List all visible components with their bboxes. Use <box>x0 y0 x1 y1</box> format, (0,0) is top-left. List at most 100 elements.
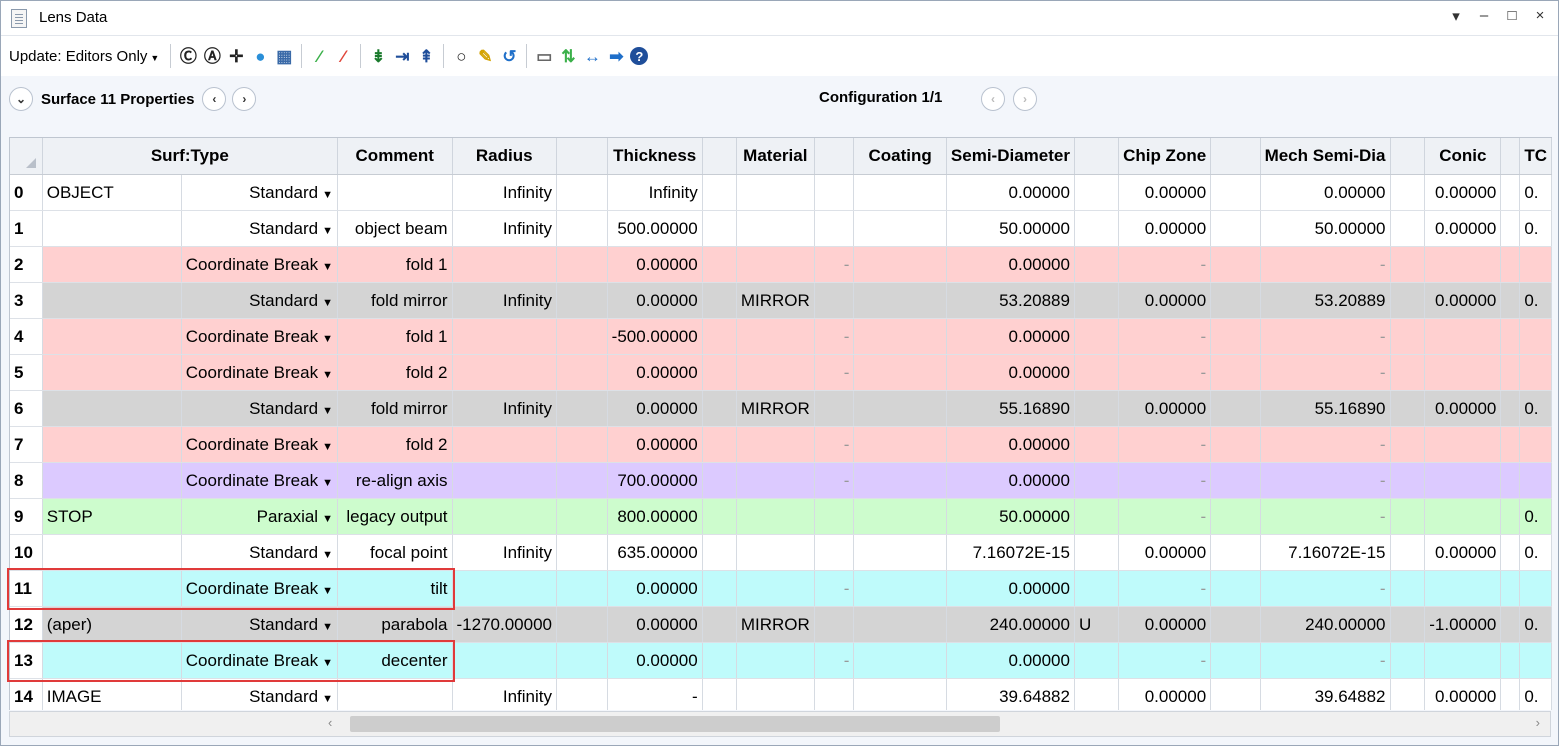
thickness-cell[interactable]: 635.00000 <box>607 534 703 571</box>
chevron-down-icon[interactable]: ▼ <box>322 189 333 201</box>
semi-diameter-cell[interactable]: 0.00000 <box>946 426 1075 463</box>
chip-zone-cell[interactable]: - <box>1118 318 1212 355</box>
column-header-semi-diameter[interactable]: Semi-Diameter <box>946 138 1075 175</box>
mech-semi-dia-solve-cell[interactable] <box>1390 426 1426 463</box>
radius-solve-cell[interactable] <box>556 426 608 463</box>
semi-diameter-solve-cell[interactable] <box>1074 390 1120 427</box>
radius-cell[interactable] <box>452 642 558 679</box>
column-header-solve-10[interactable] <box>1074 138 1120 175</box>
expand-properties-button[interactable]: ⌄ <box>9 87 33 111</box>
select-all-corner[interactable] <box>10 138 43 175</box>
scrollbar-thumb[interactable] <box>350 716 1000 732</box>
column-header-solve-5[interactable] <box>702 138 737 175</box>
scroll-left-icon[interactable]: ‹ <box>328 715 332 730</box>
comment-cell[interactable]: fold 2 <box>337 426 453 463</box>
semi-diameter-cell[interactable]: 55.16890 <box>946 390 1075 427</box>
semi-diameter-solve-cell[interactable] <box>1074 498 1120 535</box>
chip-zone-solve-cell[interactable] <box>1210 534 1261 571</box>
chevron-down-icon[interactable]: ▼ <box>322 513 333 525</box>
radius-solve-cell[interactable] <box>556 678 608 710</box>
material-solve-cell[interactable] <box>814 210 855 247</box>
comment-cell[interactable]: fold 1 <box>337 246 453 283</box>
mech-semi-dia-cell[interactable]: - <box>1260 318 1391 355</box>
material-solve-cell[interactable] <box>814 678 855 710</box>
material-cell[interactable] <box>736 642 815 679</box>
thickness-cell[interactable]: -500.00000 <box>607 318 703 355</box>
semi-diameter-solve-cell[interactable] <box>1074 246 1120 283</box>
conic-solve-cell[interactable] <box>1500 354 1521 391</box>
comment-cell[interactable]: fold 1 <box>337 318 453 355</box>
thickness-solve-cell[interactable] <box>702 210 737 247</box>
radius-solve-cell[interactable] <box>556 534 608 571</box>
table-row[interactable]: 7 Coordinate Break ▼ fold 2 0.00000-0.00000-… <box>10 426 1552 463</box>
chip-zone-solve-cell[interactable] <box>1210 390 1261 427</box>
crosshair-icon[interactable]: ✛ <box>226 45 246 67</box>
conic-cell[interactable]: -1.00000 <box>1424 606 1502 643</box>
comment-cell[interactable]: tilt <box>337 570 453 607</box>
mech-semi-dia-solve-cell[interactable] <box>1390 570 1426 607</box>
conic-cell[interactable] <box>1424 426 1502 463</box>
radius-solve-cell[interactable] <box>556 354 608 391</box>
edit-icon[interactable]: ✎ <box>475 45 495 67</box>
radius-cell[interactable]: Infinity <box>452 210 558 247</box>
material-cell[interactable] <box>736 318 815 355</box>
tce-cell[interactable]: 0. <box>1519 678 1552 710</box>
chip-zone-cell[interactable]: 0.00000 <box>1118 282 1212 319</box>
thickness-cell[interactable]: 700.00000 <box>607 462 703 499</box>
mech-semi-dia-cell[interactable]: 0.00000 <box>1260 174 1391 211</box>
mech-semi-dia-cell[interactable]: 240.00000 <box>1260 606 1391 643</box>
chip-zone-cell[interactable]: - <box>1118 462 1212 499</box>
table-row[interactable]: 9 STOP Paraxial ▼ legacy output 800.00000 50.0… <box>10 498 1552 535</box>
conic-cell[interactable] <box>1424 498 1502 535</box>
thickness-solve-cell[interactable] <box>702 174 737 211</box>
mech-semi-dia-cell[interactable]: - <box>1260 642 1391 679</box>
surface-name-cell[interactable] <box>42 282 182 319</box>
material-solve-cell[interactable] <box>814 282 855 319</box>
surface-name-cell[interactable] <box>42 534 182 571</box>
lens-icon-2[interactable]: ⇥ <box>392 45 412 67</box>
table-row[interactable]: 11 Coordinate Break ▼ tilt 0.00000-0.00000- - <box>10 570 1552 607</box>
radius-cell[interactable]: Infinity <box>452 534 558 571</box>
row-number[interactable]: 13 <box>10 642 43 679</box>
coating-cell[interactable] <box>853 390 947 427</box>
mech-semi-dia-solve-cell[interactable] <box>1390 678 1426 710</box>
semi-diameter-solve-cell[interactable]: U <box>1074 606 1120 643</box>
row-number[interactable]: 0 <box>10 174 43 211</box>
radius-cell[interactable] <box>452 246 558 283</box>
conic-cell[interactable] <box>1424 462 1502 499</box>
table-row[interactable]: 13 Coordinate Break ▼ decenter 0.00000-0.000… <box>10 642 1552 679</box>
aperture-icon[interactable]: ○ <box>451 45 471 67</box>
radius-solve-cell[interactable] <box>556 318 608 355</box>
semi-diameter-cell[interactable]: 50.00000 <box>946 210 1075 247</box>
surface-name-cell[interactable] <box>42 462 182 499</box>
radius-solve-cell[interactable] <box>556 498 608 535</box>
chevron-down-icon[interactable]: ▼ <box>322 621 333 633</box>
lens-icon-1[interactable]: ⇟ <box>368 45 388 67</box>
ray-icon-1[interactable]: ⁄ <box>309 45 329 67</box>
mech-semi-dia-solve-cell[interactable] <box>1390 390 1426 427</box>
material-solve-cell[interactable] <box>814 390 855 427</box>
comment-cell[interactable]: fold mirror <box>337 282 453 319</box>
thickness-solve-cell[interactable] <box>702 354 737 391</box>
row-number[interactable]: 4 <box>10 318 43 355</box>
thickness-cell[interactable]: 0.00000 <box>607 606 703 643</box>
semi-diameter-cell[interactable]: 0.00000 <box>946 642 1075 679</box>
comment-cell[interactable]: focal point <box>337 534 453 571</box>
conic-solve-cell[interactable] <box>1500 498 1521 535</box>
material-cell[interactable] <box>736 354 815 391</box>
previous-config-button[interactable]: ‹ <box>981 87 1005 111</box>
chip-zone-cell[interactable]: - <box>1118 642 1212 679</box>
conic-cell[interactable]: 0.00000 <box>1424 678 1502 710</box>
coating-cell[interactable] <box>853 678 947 710</box>
thickness-solve-cell[interactable] <box>702 678 737 710</box>
conic-cell[interactable]: 0.00000 <box>1424 282 1502 319</box>
material-solve-cell[interactable]: - <box>814 462 855 499</box>
row-number[interactable]: 11 <box>10 570 43 607</box>
conic-solve-cell[interactable] <box>1500 534 1521 571</box>
surface-name-cell[interactable] <box>42 390 182 427</box>
conic-cell[interactable] <box>1424 354 1502 391</box>
material-cell[interactable] <box>736 462 815 499</box>
conic-solve-cell[interactable] <box>1500 246 1521 283</box>
chip-zone-solve-cell[interactable] <box>1210 642 1261 679</box>
row-number[interactable]: 12 <box>10 606 43 643</box>
